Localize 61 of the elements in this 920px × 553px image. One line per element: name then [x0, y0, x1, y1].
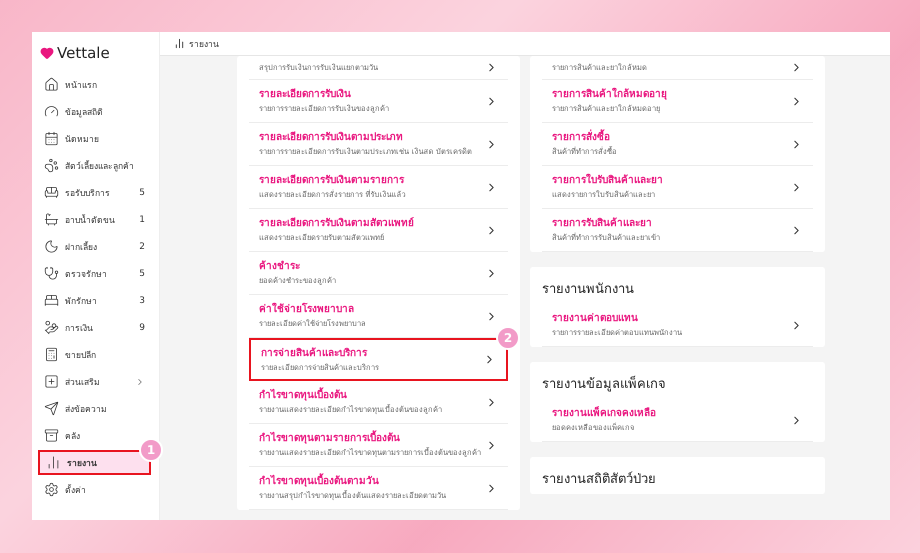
count-label: 5: [139, 188, 145, 198]
report-title: รายงานแพ็คเกจคงเหลือ: [552, 407, 657, 420]
section-heading: รายงานพนักงาน: [542, 281, 635, 299]
sidebar-item[interactable]: หน้าแรก: [38, 72, 151, 97]
section-heading: รายงานข้อมูลแพ็คเกจ: [542, 374, 667, 394]
report-title: รายละเอียดการรับเงิน: [259, 88, 352, 101]
count-label: 5: [139, 268, 145, 278]
report-title: กำไรขาดทุนตามรายการเบื้องต้น: [259, 432, 485, 445]
sidebar-item[interactable]: สัตว์เลี้ยงและลูกค้า: [38, 153, 151, 178]
report-title: ค้างชำระ: [259, 260, 301, 273]
calendar-icon: [44, 131, 59, 146]
archive-box-icon: [44, 428, 59, 443]
report-title: รายละเอียดการรับเงินตามสัตวแพทย์: [259, 217, 415, 230]
count-label: 1: [139, 214, 145, 224]
report-title: รายการใบรับสินค้าและยา: [552, 174, 664, 187]
settings-icon: [44, 482, 59, 497]
sidebar-item[interactable]: ข้อมูลสถิติ: [38, 99, 151, 124]
sidebar-item[interactable]: ตั้งค่า: [38, 477, 151, 502]
sidebar-item[interactable]: อาบน้ำตัดขน 1: [38, 207, 151, 232]
hand-coin-icon: [44, 320, 59, 335]
sidebar-item[interactable]: ส่วนเสริม: [38, 369, 151, 394]
sidebar-item[interactable]: ตรวจรักษา 5: [38, 261, 151, 286]
report-title: รายงานค่าตอบแทน: [552, 312, 639, 325]
sidebar-item[interactable]: ฝากเลี้ยง 2: [38, 234, 151, 259]
sofa-icon: [44, 185, 59, 200]
plus-square-icon: [44, 374, 59, 389]
gauge-icon: [44, 104, 59, 119]
sidebar-item[interactable]: นัดหมาย: [38, 126, 151, 151]
send-icon: [44, 401, 59, 416]
count-label: 3: [139, 296, 145, 306]
report-title: รายการรับสินค้าและยา: [552, 217, 653, 230]
sidebar-item[interactable]: การเงิน 9: [38, 315, 151, 340]
report-title: รายละเอียดการรับเงินตามรายการ: [259, 174, 406, 187]
sidebar-item[interactable]: รอรับบริการ 5: [38, 180, 151, 205]
bathtub-icon: [44, 212, 59, 227]
section-heading: รายงานสถิติสัตว์ป่วย: [542, 470, 657, 489]
count-label: 2: [139, 242, 145, 252]
house-icon: [44, 77, 59, 92]
bar-chart-icon: [46, 455, 61, 470]
paw-icon: [44, 158, 59, 173]
moon-icon: [44, 239, 59, 254]
report-title: กำไรขาดทุนเบื้องต้น: [259, 389, 485, 402]
breadcrumb: รายงาน: [189, 38, 219, 50]
heart-logo-icon: [40, 46, 54, 60]
report-title: รายละเอียดการรับเงินตามประเภท: [259, 131, 404, 144]
stethoscope-icon: [44, 266, 59, 281]
sidebar-item[interactable]: ขายปลีก: [38, 342, 151, 367]
calculator-icon: [44, 347, 59, 362]
report-title: ค่าใช้จ่ายโรงพยาบาล: [259, 303, 355, 316]
bar-chart-icon: [174, 38, 185, 49]
step-number-badge: 2: [496, 326, 520, 350]
sidebar-item[interactable]: พักรักษา 3: [38, 288, 151, 313]
step-number-badge: 1: [139, 438, 163, 462]
report-title: กำไรขาดทุนเบื้องต้นตามวัน: [259, 475, 485, 488]
report-title: รายการสินค้าใกล้หมดอายุ: [552, 88, 668, 101]
sidebar-item[interactable]: ส่งข้อความ: [38, 396, 151, 421]
report-title: รายการสั่งซื้อ: [552, 131, 790, 144]
count-label: 9: [139, 322, 145, 332]
report-title: การจ่ายสินค้าและบริการ: [261, 346, 368, 360]
brand-name: Vettale: [57, 44, 110, 62]
bed-icon: [44, 293, 59, 308]
